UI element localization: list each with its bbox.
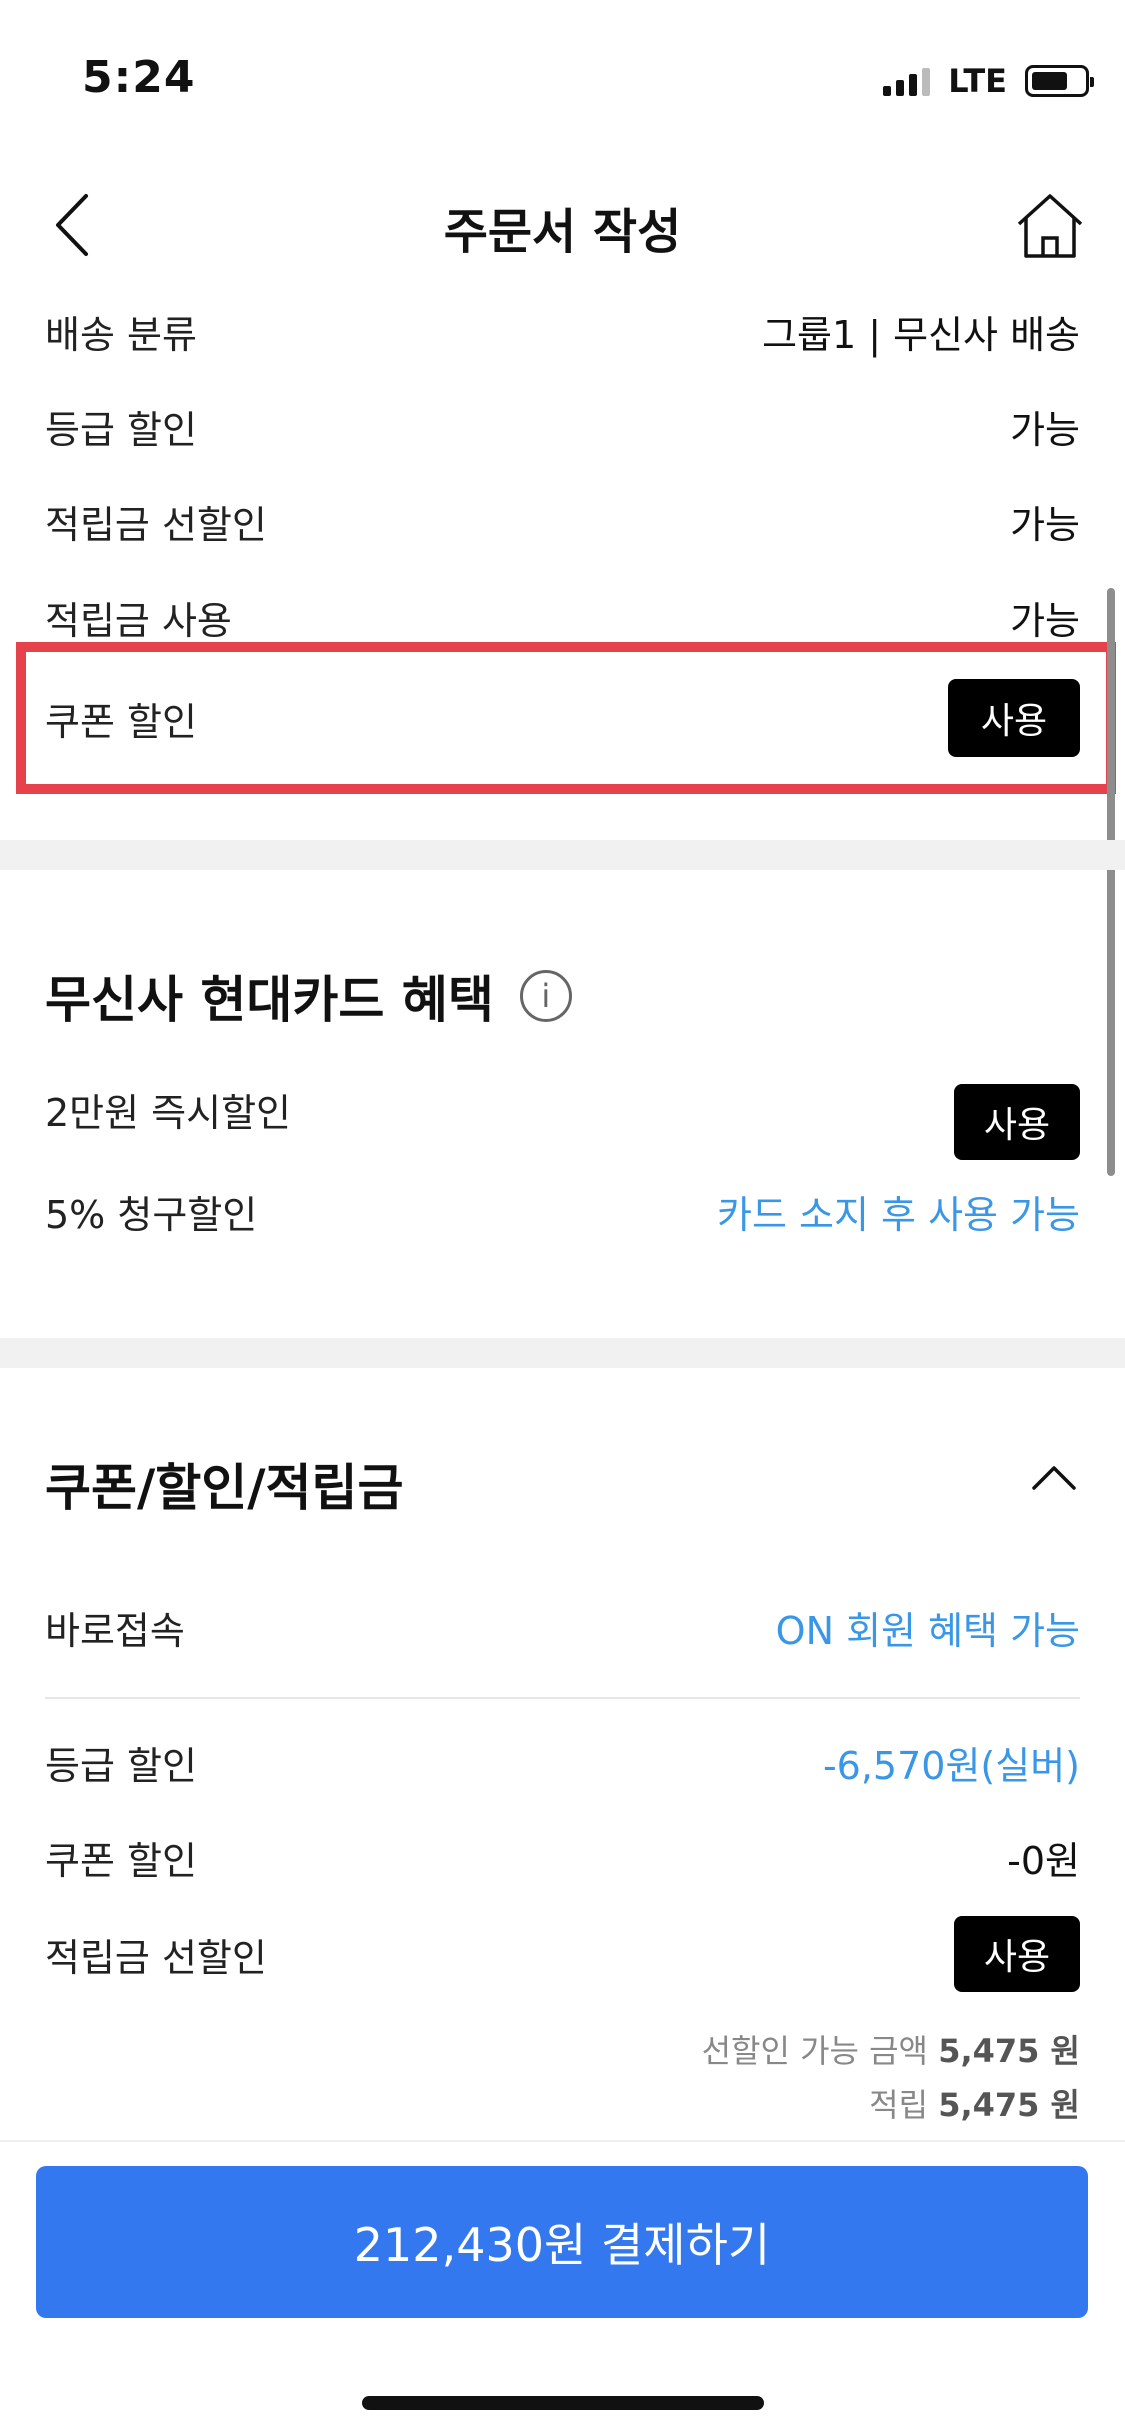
info-value: 그룹1 | 무신사 배송 xyxy=(762,312,1080,357)
pre-discount-value: 5,475 원 xyxy=(938,2032,1080,2070)
grade-discount-value: -6,570원(실버) xyxy=(822,1743,1080,1788)
card-instant-row: 2만원 즉시할인 사용 xyxy=(45,1082,1080,1162)
section-divider xyxy=(0,1338,1125,1368)
info-label: 적립금 사용 xyxy=(45,598,232,643)
divider-line xyxy=(45,1697,1080,1699)
coupon-use-button[interactable]: 사용 xyxy=(948,679,1080,757)
info-row-grade: 등급 할인 가능 xyxy=(45,391,1080,461)
info-row-points-pre: 적립금 선할인 가능 xyxy=(45,486,1080,556)
battery-icon xyxy=(1025,65,1094,97)
accrual-amount: 적립 5,475 원 xyxy=(869,2080,1080,2126)
chevron-up-icon[interactable] xyxy=(1031,1462,1077,1492)
home-icon[interactable] xyxy=(1013,188,1087,262)
status-bar: 5:24 LTE xyxy=(0,0,1125,150)
points-use-button[interactable]: 사용 xyxy=(954,1916,1080,1992)
info-label: 등급 할인 xyxy=(45,407,197,452)
pay-button[interactable]: 212,430원 결제하기 xyxy=(36,2166,1088,2318)
coupon-row: 쿠폰 할인 사용 xyxy=(45,678,1080,758)
card-benefit-title-text: 무신사 현대카드 혜택 xyxy=(45,971,494,1029)
card-instant-label: 2만원 즉시할인 xyxy=(45,1091,292,1135)
card-billing-row: 5% 청구할인 카드 소지 후 사용 가능 xyxy=(45,1176,1080,1246)
pre-discount-prefix: 선할인 가능 금액 xyxy=(701,2032,929,2070)
section-divider xyxy=(0,840,1125,870)
coupon-discount-label: 쿠폰 할인 xyxy=(45,1838,197,1883)
scrollbar[interactable] xyxy=(1107,588,1115,1176)
info-label: 적립금 선할인 xyxy=(45,502,267,547)
accrual-value: 5,475 원 xyxy=(938,2086,1080,2124)
card-billing-label: 5% 청구할인 xyxy=(45,1192,258,1237)
coupon-label: 쿠폰 할인 xyxy=(45,699,197,744)
discount-section-title[interactable]: 쿠폰/할인/적립금 xyxy=(45,1448,404,1520)
card-billing-link[interactable]: 카드 소지 후 사용 가능 xyxy=(717,1184,1080,1239)
grade-discount-row: 등급 할인 -6,570원(실버) xyxy=(45,1727,1080,1797)
coupon-discount-value: -0원 xyxy=(1007,1838,1080,1883)
info-icon[interactable]: i xyxy=(519,970,572,1022)
direct-access-row: 바로접속 ON 회원 혜택 가능 xyxy=(45,1592,1080,1662)
info-value: 가능 xyxy=(1010,598,1080,643)
signal-icon xyxy=(883,66,931,96)
page-title: 주문서 작성 xyxy=(443,204,682,260)
info-value: 가능 xyxy=(1010,502,1080,547)
info-label: 배송 분류 xyxy=(45,312,197,357)
card-benefit-title: 무신사 현대카드 혜택 i xyxy=(45,960,572,1032)
info-value: 가능 xyxy=(1010,407,1080,452)
network-label: LTE xyxy=(948,62,1007,100)
status-time: 5:24 xyxy=(82,52,196,103)
points-pre-discount-row: 적립금 선할인 사용 xyxy=(45,1914,1080,1994)
home-indicator[interactable] xyxy=(362,2396,764,2410)
pre-discount-amount: 선할인 가능 금액 5,475 원 xyxy=(702,2026,1080,2072)
grade-discount-label: 등급 할인 xyxy=(45,1743,197,1788)
card-instant-use-button[interactable]: 사용 xyxy=(954,1084,1080,1160)
accrual-prefix: 적립 xyxy=(869,2086,929,2124)
direct-access-link[interactable]: ON 회원 혜택 가능 xyxy=(776,1600,1080,1655)
discount-section-title-text: 쿠폰/할인/적립금 xyxy=(45,1459,404,1517)
nav-bar: 주문서 작성 xyxy=(0,170,1125,280)
status-indicators: LTE xyxy=(883,62,1094,100)
coupon-discount-row: 쿠폰 할인 -0원 xyxy=(45,1822,1080,1892)
pay-bar: 212,430원 결제하기 xyxy=(0,2140,1125,2436)
points-pre-discount-label: 적립금 선할인 xyxy=(45,1935,267,1980)
info-row-delivery: 배송 분류 그룹1 | 무신사 배송 xyxy=(45,296,1080,366)
direct-access-label: 바로접속 xyxy=(45,1608,185,1653)
